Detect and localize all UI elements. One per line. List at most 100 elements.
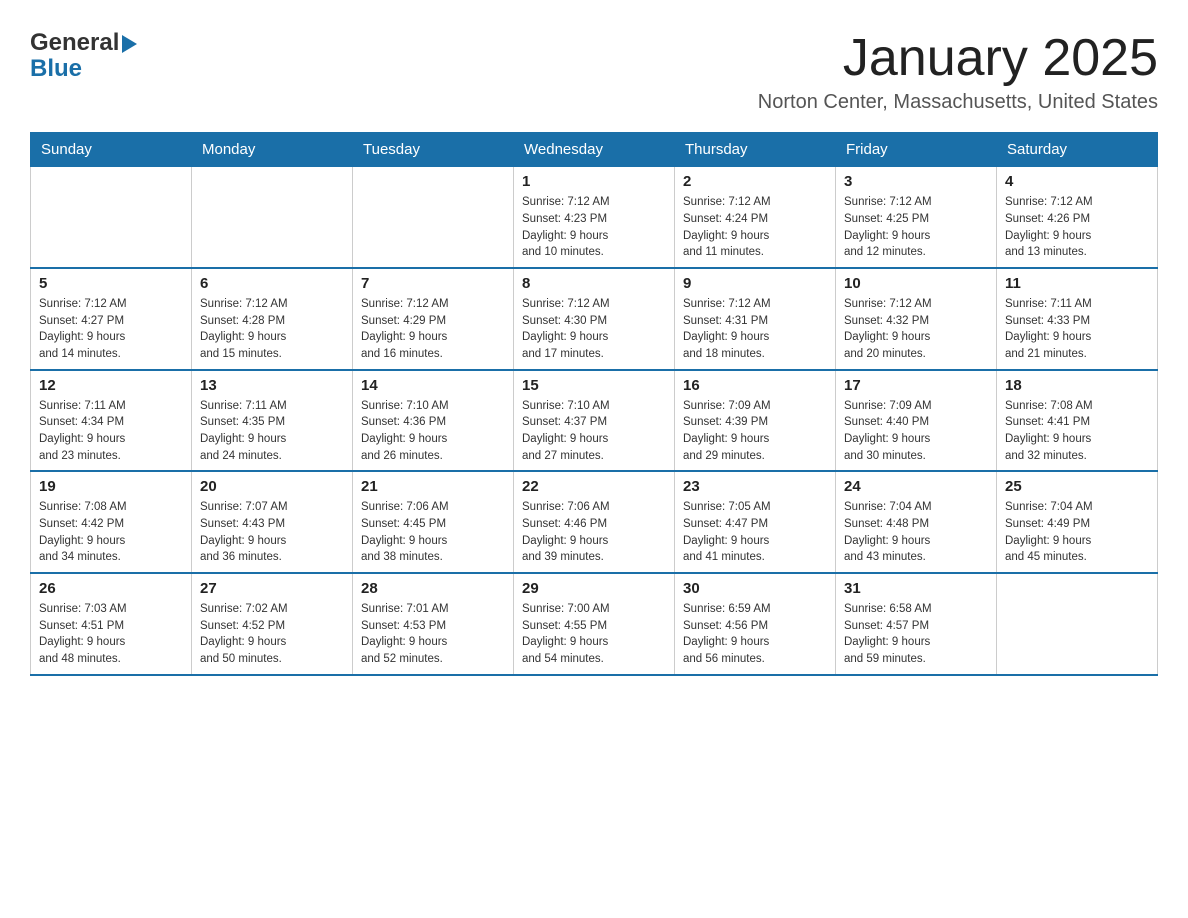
calendar-cell: 2 Sunrise: 7:12 AM Sunset: 4:24 PM Daylig… bbox=[675, 167, 836, 268]
day-number: 31 bbox=[844, 580, 988, 597]
calendar-cell: 4 Sunrise: 7:12 AM Sunset: 4:26 PM Daylig… bbox=[997, 167, 1158, 268]
calendar-cell bbox=[192, 167, 353, 268]
calendar-header-thursday: Thursday bbox=[675, 133, 836, 167]
title-block: January 2025 Norton Center, Massachusett… bbox=[758, 30, 1158, 114]
day-number: 4 bbox=[1005, 173, 1149, 190]
day-info: Sunrise: 7:11 AM Sunset: 4:34 PM Dayligh… bbox=[39, 398, 183, 465]
calendar-header-saturday: Saturday bbox=[997, 133, 1158, 167]
calendar-week-5: 26 Sunrise: 7:03 AM Sunset: 4:51 PM Dayli… bbox=[31, 573, 1158, 675]
logo-blue-text: Blue bbox=[30, 56, 137, 82]
calendar-cell: 28Sunrise: 7:01 AM Sunset: 4:53 PM Dayli… bbox=[353, 573, 514, 675]
calendar-cell bbox=[353, 167, 514, 268]
day-number: 29 bbox=[522, 580, 666, 597]
calendar-cell: 1 Sunrise: 7:12 AM Sunset: 4:23 PM Daylig… bbox=[514, 167, 675, 268]
day-info: Sunrise: 7:08 AM Sunset: 4:41 PM Dayligh… bbox=[1005, 398, 1149, 465]
day-number: 1 bbox=[522, 173, 666, 190]
calendar-header-row: SundayMondayTuesdayWednesdayThursdayFrid… bbox=[31, 133, 1158, 167]
day-number: 13 bbox=[200, 377, 344, 394]
calendar-cell: 26 Sunrise: 7:03 AM Sunset: 4:51 PM Dayli… bbox=[31, 573, 192, 675]
calendar-cell: 19Sunrise: 7:08 AM Sunset: 4:42 PM Dayli… bbox=[31, 471, 192, 573]
day-number: 25 bbox=[1005, 478, 1149, 495]
calendar-cell: 22 Sunrise: 7:06 AM Sunset: 4:46 PM Dayli… bbox=[514, 471, 675, 573]
day-info: Sunrise: 6:58 AM Sunset: 4:57 PM Dayligh… bbox=[844, 601, 988, 668]
day-info: Sunrise: 7:02 AM Sunset: 4:52 PM Dayligh… bbox=[200, 601, 344, 668]
day-info: Sunrise: 7:12 AM Sunset: 4:29 PM Dayligh… bbox=[361, 296, 505, 363]
day-info: Sunrise: 6:59 AM Sunset: 4:56 PM Dayligh… bbox=[683, 601, 827, 668]
day-number: 17 bbox=[844, 377, 988, 394]
day-number: 20 bbox=[200, 478, 344, 495]
calendar-cell: 24Sunrise: 7:04 AM Sunset: 4:48 PM Dayli… bbox=[836, 471, 997, 573]
day-number: 18 bbox=[1005, 377, 1149, 394]
calendar-cell: 17 Sunrise: 7:09 AM Sunset: 4:40 PM Dayli… bbox=[836, 370, 997, 472]
day-info: Sunrise: 7:09 AM Sunset: 4:40 PM Dayligh… bbox=[844, 398, 988, 465]
calendar-header-monday: Monday bbox=[192, 133, 353, 167]
day-number: 7 bbox=[361, 275, 505, 292]
day-number: 5 bbox=[39, 275, 183, 292]
day-info: Sunrise: 7:04 AM Sunset: 4:49 PM Dayligh… bbox=[1005, 499, 1149, 566]
day-info: Sunrise: 7:05 AM Sunset: 4:47 PM Dayligh… bbox=[683, 499, 827, 566]
calendar-cell: 6 Sunrise: 7:12 AM Sunset: 4:28 PM Daylig… bbox=[192, 268, 353, 370]
calendar-cell: 27 Sunrise: 7:02 AM Sunset: 4:52 PM Dayli… bbox=[192, 573, 353, 675]
calendar-cell: 29 Sunrise: 7:00 AM Sunset: 4:55 PM Dayli… bbox=[514, 573, 675, 675]
calendar-cell: 7 Sunrise: 7:12 AM Sunset: 4:29 PM Daylig… bbox=[353, 268, 514, 370]
calendar-cell: 25 Sunrise: 7:04 AM Sunset: 4:49 PM Dayli… bbox=[997, 471, 1158, 573]
calendar-cell: 14 Sunrise: 7:10 AM Sunset: 4:36 PM Dayli… bbox=[353, 370, 514, 472]
calendar-cell: 21 Sunrise: 7:06 AM Sunset: 4:45 PM Dayli… bbox=[353, 471, 514, 573]
day-info: Sunrise: 7:12 AM Sunset: 4:26 PM Dayligh… bbox=[1005, 194, 1149, 261]
day-number: 30 bbox=[683, 580, 827, 597]
day-info: Sunrise: 7:12 AM Sunset: 4:31 PM Dayligh… bbox=[683, 296, 827, 363]
day-number: 26 bbox=[39, 580, 183, 597]
day-info: Sunrise: 7:10 AM Sunset: 4:37 PM Dayligh… bbox=[522, 398, 666, 465]
day-info: Sunrise: 7:11 AM Sunset: 4:33 PM Dayligh… bbox=[1005, 296, 1149, 363]
day-number: 14 bbox=[361, 377, 505, 394]
calendar-week-1: 1 Sunrise: 7:12 AM Sunset: 4:23 PM Daylig… bbox=[31, 167, 1158, 268]
location-text: Norton Center, Massachusetts, United Sta… bbox=[758, 91, 1158, 114]
day-info: Sunrise: 7:12 AM Sunset: 4:23 PM Dayligh… bbox=[522, 194, 666, 261]
day-number: 12 bbox=[39, 377, 183, 394]
calendar-cell: 10Sunrise: 7:12 AM Sunset: 4:32 PM Dayli… bbox=[836, 268, 997, 370]
calendar-header-tuesday: Tuesday bbox=[353, 133, 514, 167]
calendar-cell: 16Sunrise: 7:09 AM Sunset: 4:39 PM Dayli… bbox=[675, 370, 836, 472]
calendar-week-2: 5 Sunrise: 7:12 AM Sunset: 4:27 PM Daylig… bbox=[31, 268, 1158, 370]
day-info: Sunrise: 7:01 AM Sunset: 4:53 PM Dayligh… bbox=[361, 601, 505, 668]
day-info: Sunrise: 7:11 AM Sunset: 4:35 PM Dayligh… bbox=[200, 398, 344, 465]
calendar-cell: 12 Sunrise: 7:11 AM Sunset: 4:34 PM Dayli… bbox=[31, 370, 192, 472]
calendar-cell: 9 Sunrise: 7:12 AM Sunset: 4:31 PM Daylig… bbox=[675, 268, 836, 370]
day-number: 22 bbox=[522, 478, 666, 495]
day-number: 19 bbox=[39, 478, 183, 495]
day-number: 11 bbox=[1005, 275, 1149, 292]
day-info: Sunrise: 7:12 AM Sunset: 4:27 PM Dayligh… bbox=[39, 296, 183, 363]
day-number: 2 bbox=[683, 173, 827, 190]
day-info: Sunrise: 7:06 AM Sunset: 4:45 PM Dayligh… bbox=[361, 499, 505, 566]
calendar-cell: 5 Sunrise: 7:12 AM Sunset: 4:27 PM Daylig… bbox=[31, 268, 192, 370]
day-info: Sunrise: 7:06 AM Sunset: 4:46 PM Dayligh… bbox=[522, 499, 666, 566]
calendar-week-4: 19Sunrise: 7:08 AM Sunset: 4:42 PM Dayli… bbox=[31, 471, 1158, 573]
day-info: Sunrise: 7:12 AM Sunset: 4:24 PM Dayligh… bbox=[683, 194, 827, 261]
page-header: General Blue January 2025 Norton Center,… bbox=[30, 30, 1158, 114]
calendar-header-sunday: Sunday bbox=[31, 133, 192, 167]
day-info: Sunrise: 7:09 AM Sunset: 4:39 PM Dayligh… bbox=[683, 398, 827, 465]
calendar-cell: 30 Sunrise: 6:59 AM Sunset: 4:56 PM Dayli… bbox=[675, 573, 836, 675]
day-info: Sunrise: 7:00 AM Sunset: 4:55 PM Dayligh… bbox=[522, 601, 666, 668]
calendar-cell: 3Sunrise: 7:12 AM Sunset: 4:25 PM Daylig… bbox=[836, 167, 997, 268]
calendar-cell: 18 Sunrise: 7:08 AM Sunset: 4:41 PM Dayli… bbox=[997, 370, 1158, 472]
day-info: Sunrise: 7:10 AM Sunset: 4:36 PM Dayligh… bbox=[361, 398, 505, 465]
calendar-cell: 11 Sunrise: 7:11 AM Sunset: 4:33 PM Dayli… bbox=[997, 268, 1158, 370]
calendar-cell: 23 Sunrise: 7:05 AM Sunset: 4:47 PM Dayli… bbox=[675, 471, 836, 573]
day-number: 21 bbox=[361, 478, 505, 495]
day-info: Sunrise: 7:03 AM Sunset: 4:51 PM Dayligh… bbox=[39, 601, 183, 668]
day-info: Sunrise: 7:12 AM Sunset: 4:28 PM Dayligh… bbox=[200, 296, 344, 363]
day-number: 9 bbox=[683, 275, 827, 292]
day-number: 23 bbox=[683, 478, 827, 495]
calendar-week-3: 12 Sunrise: 7:11 AM Sunset: 4:34 PM Dayli… bbox=[31, 370, 1158, 472]
logo-general-text: General bbox=[30, 30, 119, 56]
calendar-cell: 13 Sunrise: 7:11 AM Sunset: 4:35 PM Dayli… bbox=[192, 370, 353, 472]
calendar-header-wednesday: Wednesday bbox=[514, 133, 675, 167]
calendar-cell: 15Sunrise: 7:10 AM Sunset: 4:37 PM Dayli… bbox=[514, 370, 675, 472]
calendar-cell bbox=[997, 573, 1158, 675]
day-number: 27 bbox=[200, 580, 344, 597]
calendar-table: SundayMondayTuesdayWednesdayThursdayFrid… bbox=[30, 132, 1158, 675]
day-number: 24 bbox=[844, 478, 988, 495]
day-info: Sunrise: 7:12 AM Sunset: 4:30 PM Dayligh… bbox=[522, 296, 666, 363]
day-number: 6 bbox=[200, 275, 344, 292]
